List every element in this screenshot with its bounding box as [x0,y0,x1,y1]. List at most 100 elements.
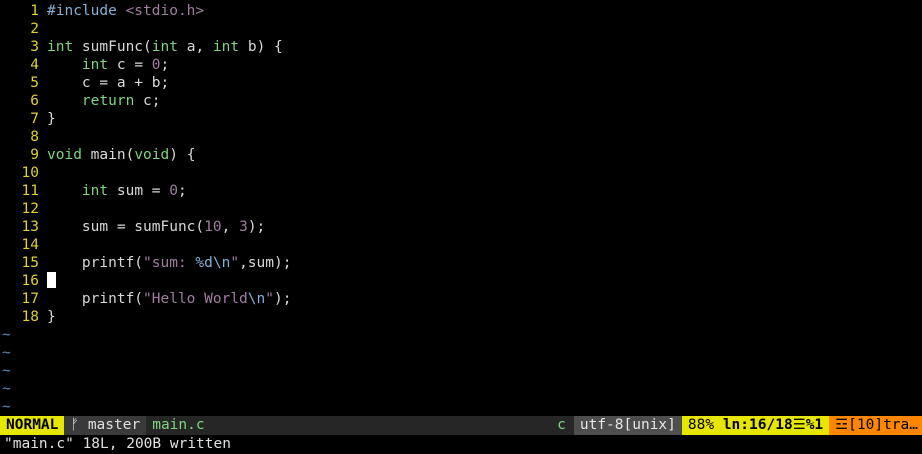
code-token: return [81,93,135,109]
file-encoding: utf-8[unix] [573,416,682,435]
line-number: 6 [30,93,39,109]
code-token: %d\n [195,255,231,271]
code-text[interactable]: } [47,308,56,326]
code-line[interactable]: 10 [0,164,922,182]
code-token: ); [247,219,266,235]
code-line[interactable]: 12 [0,200,922,218]
line-number: 14 [21,237,39,253]
line-number: 7 [30,111,39,127]
line-number: 5 [30,75,39,91]
code-text[interactable]: int sum = 0; [47,182,187,200]
code-token: 10 [204,219,222,235]
file-type: c [557,417,566,433]
code-token: <stdio.h> [125,3,205,19]
code-line[interactable]: 7} [0,110,922,128]
code-token: printf( [47,291,144,307]
code-text[interactable]: printf("sum: %d\n",sum); [47,254,292,272]
code-line[interactable]: 6 return c; [0,92,922,110]
code-text[interactable]: #include <stdio.h> [47,2,204,20]
code-token: sumFunc( [73,39,152,55]
code-token: ; [160,57,170,73]
line-number: 10 [21,165,39,181]
branch-icon: ᚠ [70,417,80,433]
column-icon: ☰ [792,417,806,433]
code-token: printf( [47,255,144,271]
code-token: 0 [151,57,161,73]
code-token: 3 [239,219,248,235]
code-line[interactable]: 8 [0,128,922,146]
scroll-percent: 88% [687,417,715,433]
code-token: } [47,309,56,325]
code-line[interactable]: 5 c = a + b; [0,74,922,92]
branch-name: master [87,417,141,433]
code-text[interactable]: int c = 0; [47,56,169,74]
editor-buffer[interactable]: 1 #include <stdio.h> 2 3 int sumFunc(int a, … [0,2,922,416]
code-token: main( [81,147,135,163]
code-token: c; [134,93,161,109]
warning-icon: ☲ [835,417,849,433]
line-number: 8 [30,129,39,145]
status-spacer [211,416,550,435]
code-line[interactable]: 2 [0,20,922,38]
line-number: 9 [30,147,39,163]
line-number: 2 [30,21,39,37]
code-token: ); [274,291,292,307]
code-text[interactable]: } [47,110,56,128]
code-text[interactable] [47,272,56,290]
line-number: 16 [21,273,39,289]
code-token: "sum: [143,255,196,271]
code-token: int [81,183,109,199]
line-number: 13 [21,219,39,235]
code-line[interactable]: 3 int sumFunc(int a, int b) { [0,38,922,56]
line-position: :16/18 [740,417,793,433]
code-token: int [81,57,109,73]
code-line[interactable]: 11 int sum = 0; [0,182,922,200]
code-token: c = [108,57,152,73]
code-text[interactable]: printf("Hello World\n"); [47,290,292,308]
line-number: 15 [21,255,39,271]
code-line[interactable]: 1 #include <stdio.h> [0,2,922,20]
code-token: ,sum); [239,255,292,271]
code-line[interactable]: 18} [0,308,922,326]
empty-line-tilde: ~ [2,381,11,397]
code-token: #include [47,3,126,19]
code-token: int [47,39,74,55]
code-token: ; [177,183,187,199]
code-text[interactable]: void main(void) { [47,146,195,164]
code-token: , [221,219,240,235]
code-token: a, [177,39,213,55]
code-token: int [151,39,178,55]
code-token: sum = [108,183,170,199]
code-token: int [212,39,240,55]
code-line[interactable]: 14 [0,236,922,254]
code-line[interactable]: 17 printf("Hello World\n"); [0,290,922,308]
code-text[interactable]: return c; [47,92,161,110]
code-line[interactable]: 13 sum = sumFunc(10, 3); [0,218,922,236]
code-token: " [230,255,240,271]
text-cursor [47,272,56,288]
line-number: 4 [30,57,39,73]
code-token: } [47,111,56,127]
code-line[interactable]: 16 [0,272,922,290]
empty-line-tilde: ~ [2,327,11,343]
code-line[interactable]: 9 void main(void) { [0,146,922,164]
whitespace-warning[interactable]: ☲[10]tra… [829,416,922,435]
code-token: sum = sumFunc( [47,219,205,235]
code-line[interactable]: 15 printf("sum: %d\n",sum); [0,254,922,272]
code-token: c = a + b; [47,75,170,91]
line-icon: ln [722,417,741,433]
code-text[interactable]: c = a + b; [47,74,169,92]
code-token: " [265,291,274,307]
code-token: void [134,147,170,163]
status-line: NORMAL ᚠ master main.c c utf-8[unix] 88%… [0,416,922,435]
mode-indicator: NORMAL [0,416,65,435]
code-line[interactable]: 4 int c = 0; [0,56,922,74]
warning-text: [10]tra… [848,417,918,433]
code-token: b) { [239,39,283,55]
code-token: \n [247,291,266,307]
code-text[interactable]: int sumFunc(int a, int b) { [47,38,283,56]
command-line[interactable]: "main.c" 18L, 200B written [0,435,922,454]
code-text[interactable]: sum = sumFunc(10, 3); [47,218,265,236]
